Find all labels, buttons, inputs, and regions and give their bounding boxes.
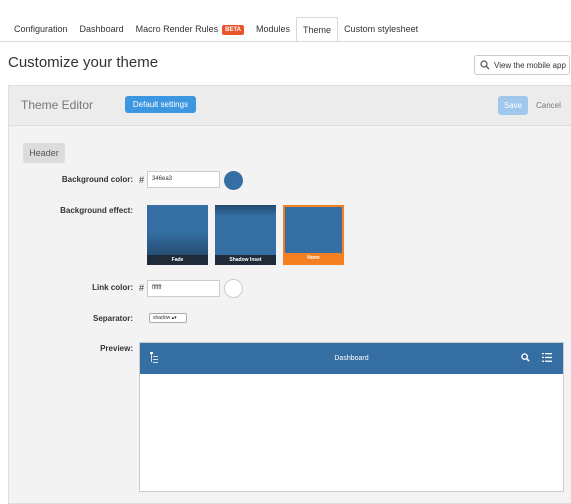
tab-modules[interactable]: Modules bbox=[250, 17, 296, 42]
save-button[interactable]: Save bbox=[498, 96, 528, 115]
page-title: Customize your theme bbox=[8, 54, 159, 71]
tab-bar: Configuration Dashboard Macro Render Rul… bbox=[0, 0, 571, 42]
link-color-swatch[interactable] bbox=[224, 279, 243, 298]
cancel-link[interactable]: Cancel bbox=[536, 101, 561, 110]
search-icon bbox=[480, 60, 490, 70]
background-color-label: Background color: bbox=[61, 175, 133, 184]
tab-label: Theme bbox=[303, 24, 332, 35]
theme-editor-title: Theme Editor bbox=[21, 98, 94, 112]
tabs: Configuration Dashboard Macro Render Rul… bbox=[8, 17, 424, 42]
search-icon[interactable] bbox=[521, 353, 530, 362]
separator-label: Separator: bbox=[92, 314, 133, 323]
background-color-swatch[interactable] bbox=[224, 171, 243, 190]
beta-badge: BETA bbox=[222, 24, 245, 35]
separator-select[interactable]: shadow ▴▾ bbox=[149, 313, 187, 323]
background-effect-label: Background effect: bbox=[60, 206, 133, 215]
list-icon[interactable] bbox=[542, 353, 552, 362]
tab-dashboard[interactable]: Dashboard bbox=[74, 17, 130, 42]
link-color-input[interactable]: ffffff bbox=[147, 280, 220, 297]
tab-custom-stylesheet[interactable]: Custom stylesheet bbox=[338, 17, 424, 42]
effect-label: Fade bbox=[147, 255, 208, 265]
separator-value: shadow bbox=[153, 315, 171, 321]
preview-frame: Dashboard bbox=[139, 342, 564, 492]
tab-configuration[interactable]: Configuration bbox=[8, 17, 74, 42]
effect-label: Shadow Inset bbox=[215, 255, 276, 265]
view-mobile-app-label: View the mobile app bbox=[494, 60, 566, 70]
effect-shadow-inset-option[interactable]: Shadow Inset bbox=[215, 205, 276, 265]
tab-label: Custom stylesheet bbox=[344, 24, 419, 34]
link-color-label: Link color: bbox=[92, 283, 133, 292]
header-section-badge: Header bbox=[23, 143, 65, 163]
preview-label: Preview: bbox=[100, 344, 133, 353]
tab-label: Dashboard bbox=[79, 24, 124, 34]
select-arrows-icon: ▴▾ bbox=[171, 315, 177, 321]
theme-editor-header: Theme Editor Default settings Save Cance… bbox=[9, 86, 571, 126]
tabs-divider bbox=[0, 41, 571, 42]
tab-theme[interactable]: Theme bbox=[296, 17, 339, 42]
tab-label: Modules bbox=[256, 24, 291, 34]
background-color-input[interactable]: 346ea3 bbox=[147, 171, 220, 188]
effect-label: None bbox=[285, 253, 342, 263]
preview-title: Dashboard bbox=[334, 355, 369, 362]
hash-symbol: # bbox=[139, 283, 145, 293]
view-mobile-app-button[interactable]: View the mobile app bbox=[474, 55, 570, 75]
tab-label: Macro Render Rules bbox=[135, 24, 219, 34]
theme-editor-panel: Theme Editor Default settings Save Cance… bbox=[8, 85, 571, 504]
tab-label: Configuration bbox=[14, 24, 68, 34]
preview-header-bar: Dashboard bbox=[140, 343, 563, 374]
tab-macro-render-rules[interactable]: Macro Render Rules BETA bbox=[130, 17, 250, 42]
default-settings-button[interactable]: Default settings bbox=[125, 96, 196, 113]
hash-symbol: # bbox=[139, 175, 145, 185]
effect-fade-option[interactable]: Fade bbox=[147, 205, 208, 265]
effect-none-option[interactable]: None bbox=[283, 205, 344, 265]
